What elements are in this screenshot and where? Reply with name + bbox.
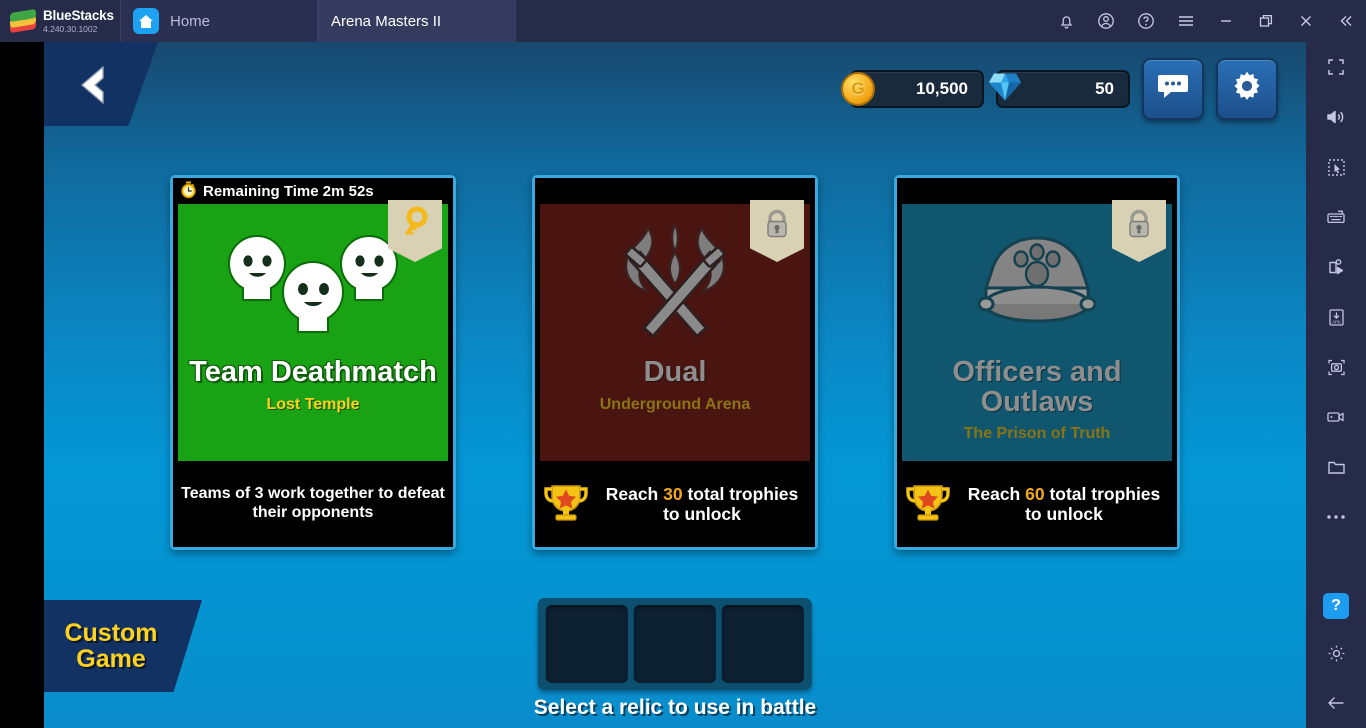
custom-game-label-line2: Game bbox=[76, 645, 146, 673]
settings-gear-icon[interactable] bbox=[1306, 628, 1366, 678]
minimize-icon[interactable] bbox=[1206, 0, 1246, 42]
tab-home-label: Home bbox=[170, 12, 211, 30]
game-mode-cards: Remaining Time 2m 52s Team Deathmatch Lo… bbox=[44, 175, 1306, 550]
tab-arena-masters-ii-label: Arena Masters II bbox=[331, 12, 442, 30]
card-title: Dual bbox=[643, 356, 707, 388]
tab-home[interactable]: Home bbox=[120, 0, 318, 42]
cursor-select-icon[interactable] bbox=[1306, 142, 1366, 192]
media-folder-icon[interactable] bbox=[1306, 442, 1366, 492]
game-back-button[interactable] bbox=[44, 42, 158, 126]
close-icon[interactable] bbox=[1286, 0, 1326, 42]
footer-trophy-count: 60 bbox=[1025, 483, 1045, 504]
crossed-swords-flame-icon bbox=[604, 220, 746, 352]
gold-coin-icon: G bbox=[841, 72, 875, 106]
gold-currency[interactable]: G 10,500 bbox=[841, 70, 984, 108]
trophy-icon bbox=[905, 480, 951, 529]
fullscreen-icon[interactable] bbox=[1306, 42, 1366, 92]
gem-amount: 50 bbox=[1095, 79, 1114, 98]
footer-trophy-count: 30 bbox=[663, 483, 683, 504]
brand-version: 4.240.30.1002 bbox=[43, 23, 98, 34]
restore-icon[interactable] bbox=[1246, 0, 1286, 42]
brand-name: BlueStacks bbox=[43, 8, 114, 23]
chat-button[interactable] bbox=[1142, 58, 1204, 120]
custom-game-label-line1: Custom bbox=[64, 619, 158, 647]
relic-hint-label: Select a relic to use in battle bbox=[533, 696, 817, 719]
card-footer-text: Teams of 3 work together to defeat their… bbox=[181, 485, 445, 521]
relic-slot-2[interactable] bbox=[634, 605, 716, 683]
game-mode-card-dual[interactable]: Dual Underground Arena Reach 30 total tr… bbox=[532, 175, 818, 550]
chat-bubble-icon bbox=[1156, 72, 1190, 107]
gold-amount: 10,500 bbox=[916, 79, 968, 98]
hud-top-right: G 10,500 50 bbox=[841, 58, 1278, 120]
card-footer-text: Reach 30 total trophies to unlock bbox=[597, 484, 807, 525]
card-art-team-deathmatch: Team Deathmatch Lost Temple bbox=[178, 200, 448, 461]
back-arrow-icon[interactable] bbox=[1306, 678, 1366, 728]
gear-icon bbox=[1230, 70, 1264, 109]
help-icon[interactable] bbox=[1126, 0, 1166, 42]
relic-tray bbox=[538, 598, 812, 690]
macro-recorder-icon[interactable] bbox=[1306, 242, 1366, 292]
svg-text:APK: APK bbox=[1332, 319, 1341, 324]
bluestacks-brand: BlueStacks 4.240.30.1002 bbox=[0, 0, 120, 42]
install-apk-icon[interactable]: APK bbox=[1306, 292, 1366, 342]
help-button-label: ? bbox=[1323, 593, 1349, 619]
stopwatch-icon bbox=[179, 180, 198, 203]
relic-slot-1[interactable] bbox=[546, 605, 628, 683]
footer-pre: Reach bbox=[967, 483, 1026, 504]
bluestacks-sidebar: APK ? bbox=[1306, 42, 1366, 728]
relic-slot-3[interactable] bbox=[722, 605, 804, 683]
notifications-icon[interactable] bbox=[1046, 0, 1086, 42]
tab-arena-masters-ii[interactable]: Arena Masters II bbox=[44, 0, 1306, 728]
keyboard-controls-icon[interactable] bbox=[1306, 192, 1366, 242]
card-subtitle: The Prison of Truth bbox=[963, 425, 1111, 443]
window-controls bbox=[1046, 0, 1366, 42]
game-mode-card-officers-and-outlaws[interactable]: Officers and Outlaws The Prison of Truth bbox=[894, 175, 1180, 550]
footer-pre: Reach bbox=[605, 483, 664, 504]
card-subtitle: Underground Arena bbox=[599, 395, 751, 413]
card-footer-text: Reach 60 total trophies to unlock bbox=[959, 484, 1169, 525]
collapse-icon[interactable] bbox=[1326, 0, 1366, 42]
card-art-officers-and-outlaws: Officers and Outlaws The Prison of Truth bbox=[902, 200, 1172, 461]
card-timer-text: Remaining Time 2m 52s bbox=[203, 182, 374, 200]
card-footer: Reach 30 total trophies to unlock bbox=[535, 461, 815, 547]
card-footer: Reach 60 total trophies to unlock bbox=[897, 461, 1177, 547]
bluestacks-logo-icon bbox=[10, 8, 36, 34]
home-icon bbox=[133, 8, 159, 34]
trophy-icon bbox=[543, 480, 589, 529]
tab-bar: Home Arena Masters II bbox=[44, 0, 1306, 728]
game-viewport: G 10,500 50 Remaining Time 2m 52s Team D… bbox=[44, 42, 1306, 728]
custom-game-button[interactable]: Custom Game bbox=[44, 600, 202, 692]
help-button[interactable]: ? bbox=[1306, 584, 1366, 628]
gem-icon bbox=[987, 70, 1023, 109]
card-title: Team Deathmatch bbox=[189, 356, 437, 388]
footer-post: total trophies to unlock bbox=[1025, 483, 1161, 524]
card-title: Officers and Outlaws bbox=[952, 356, 1122, 418]
key-icon bbox=[399, 206, 431, 247]
settings-button[interactable] bbox=[1216, 58, 1278, 120]
screenshot-icon[interactable] bbox=[1306, 342, 1366, 392]
volume-icon[interactable] bbox=[1306, 92, 1366, 142]
card-art-dual: Dual Underground Arena bbox=[540, 200, 810, 461]
footer-post: total trophies to unlock bbox=[663, 483, 799, 524]
lock-icon bbox=[763, 208, 791, 245]
relic-section: Select a relic to use in battle bbox=[534, 598, 816, 720]
lock-badge bbox=[1112, 200, 1166, 262]
card-footer: Teams of 3 work together to defeat their… bbox=[173, 461, 453, 547]
card-subtitle: Lost Temple bbox=[266, 395, 360, 413]
titlebar: BlueStacks 4.240.30.1002 Home Arena Mast… bbox=[0, 0, 1366, 728]
screen-record-icon[interactable] bbox=[1306, 392, 1366, 442]
gem-currency[interactable]: 50 bbox=[989, 70, 1130, 108]
menu-icon[interactable] bbox=[1166, 0, 1206, 42]
lock-icon bbox=[1125, 208, 1153, 245]
police-cap-icon bbox=[962, 220, 1112, 352]
game-mode-card-team-deathmatch[interactable]: Remaining Time 2m 52s Team Deathmatch Lo… bbox=[170, 175, 456, 550]
lock-badge bbox=[750, 200, 804, 262]
more-options-icon[interactable] bbox=[1306, 492, 1366, 542]
account-icon[interactable] bbox=[1086, 0, 1126, 42]
three-skulls-icon bbox=[227, 220, 399, 352]
